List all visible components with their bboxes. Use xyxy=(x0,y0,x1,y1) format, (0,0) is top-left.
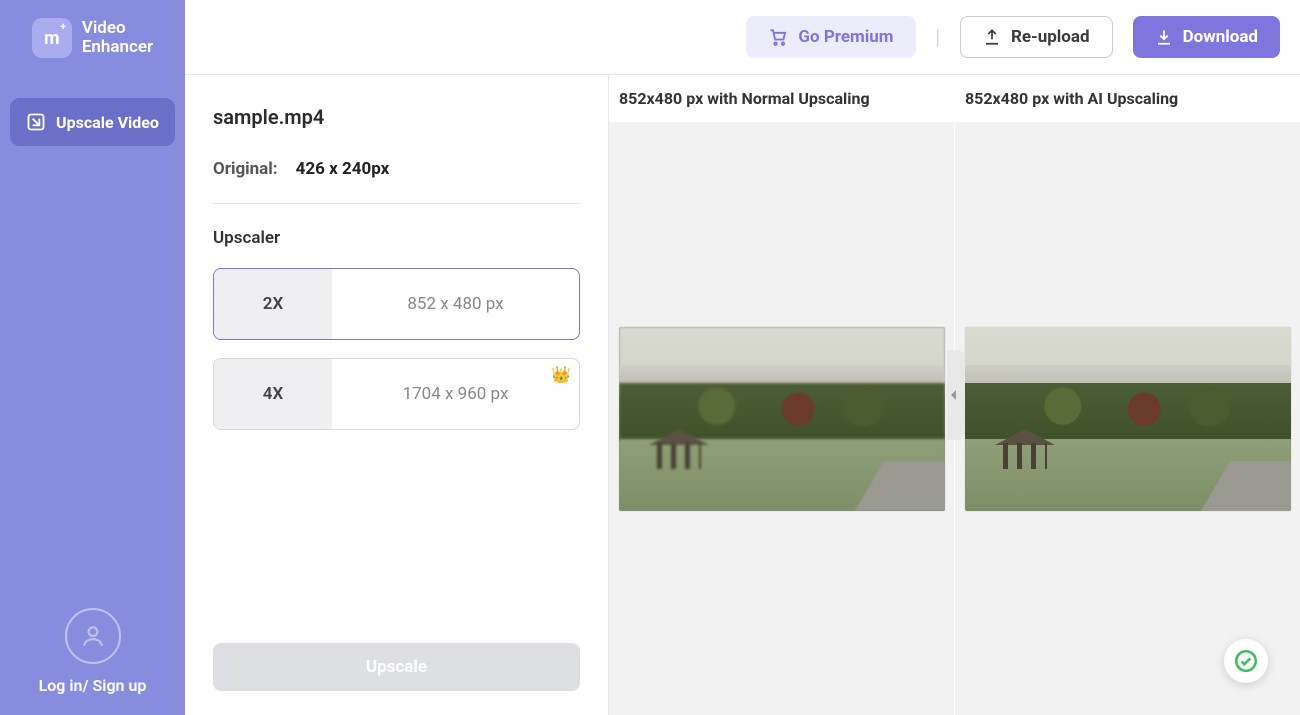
logo-icon: m xyxy=(32,18,72,58)
upscale-video-button[interactable]: Upscale Video xyxy=(10,98,175,146)
upscale-option-2x[interactable]: 2X 852 x 480 px xyxy=(213,268,580,340)
reupload-button[interactable]: Re-upload xyxy=(960,16,1113,58)
avatar-icon xyxy=(65,608,121,664)
download-label: Download xyxy=(1183,27,1258,47)
checkmark-icon xyxy=(1233,648,1259,674)
preview-normal: 852x480 px with Normal Upscaling xyxy=(609,75,954,715)
settings-panel: sample.mp4 Original: 426 x 240px Upscale… xyxy=(185,75,608,715)
reupload-label: Re-upload xyxy=(1011,27,1090,47)
option-resolution: 1704 x 960 px xyxy=(332,359,579,429)
download-button[interactable]: Download xyxy=(1133,16,1280,58)
sidebar: m Video Enhancer Upscale Video Log in/ S… xyxy=(0,0,185,715)
preview-normal-image xyxy=(619,327,945,511)
option-multiplier: 2X xyxy=(214,269,332,339)
option-multiplier: 4X xyxy=(214,359,332,429)
go-premium-button[interactable]: Go Premium xyxy=(746,16,915,58)
crown-icon: 👑 xyxy=(551,365,571,384)
upscale-button[interactable]: Upscale xyxy=(213,643,580,691)
cart-icon xyxy=(768,27,788,47)
login-link[interactable]: Log in/ Sign up xyxy=(39,676,147,695)
preview-ai-title: 852x480 px with AI Upscaling xyxy=(955,75,1300,122)
original-label: Original: xyxy=(213,159,278,179)
preview-normal-title: 852x480 px with Normal Upscaling xyxy=(609,75,954,122)
divider: | xyxy=(936,25,940,49)
original-row: Original: 426 x 240px xyxy=(213,159,580,179)
success-badge[interactable] xyxy=(1224,639,1268,683)
content: sample.mp4 Original: 426 x 240px Upscale… xyxy=(185,75,1300,715)
preview-ai: 852x480 px with AI Upscaling xyxy=(954,75,1300,715)
preview-ai-image xyxy=(965,327,1291,511)
go-premium-label: Go Premium xyxy=(798,27,893,47)
separator xyxy=(213,203,580,204)
download-icon xyxy=(1155,28,1173,46)
compare-slider-handle[interactable] xyxy=(947,350,965,440)
option-resolution: 852 x 480 px xyxy=(332,269,579,339)
app-name: Video Enhancer xyxy=(82,19,153,56)
upscale-option-4x[interactable]: 4X 1704 x 960 px 👑 xyxy=(213,358,580,430)
upscale-video-label: Upscale Video xyxy=(56,113,159,132)
upscale-icon xyxy=(26,112,46,132)
original-value: 426 x 240px xyxy=(296,159,390,179)
upscaler-label: Upscaler xyxy=(213,228,580,248)
preview-area: 852x480 px with Normal Upscaling 852x480… xyxy=(608,75,1300,715)
app-logo[interactable]: m Video Enhancer xyxy=(32,18,153,58)
topbar: Go Premium | Re-upload Download xyxy=(185,0,1300,75)
main: Go Premium | Re-upload Download sample.m… xyxy=(185,0,1300,715)
upload-icon xyxy=(983,28,1001,46)
user-block[interactable]: Log in/ Sign up xyxy=(39,608,147,695)
filename: sample.mp4 xyxy=(213,105,580,129)
